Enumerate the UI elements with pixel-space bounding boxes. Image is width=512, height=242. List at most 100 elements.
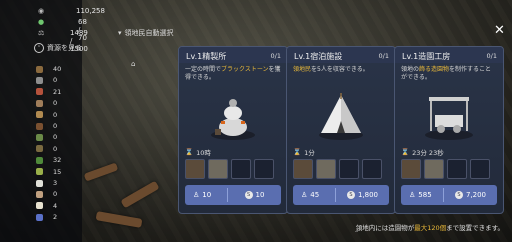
build-button[interactable]: ♙ 45 S 1,800 [293,185,389,205]
worker-icon: ♙ [193,191,200,199]
material-slot-empty[interactable] [470,159,490,179]
hourglass-icon: ⌛ [185,148,194,156]
resource-count: 0 [53,190,58,199]
chevron-up-icon: ⌃ [34,43,44,53]
wood-icon [36,65,43,73]
build-time: ⌛ 23分 23秒 [401,147,444,157]
resource-count: 0 [53,99,58,108]
silver-cost: S 7,200 [444,191,497,199]
plant-icon [36,156,43,164]
meat-icon [36,88,43,96]
build-button[interactable]: ♙ 585 S 7,200 [401,185,497,205]
material-slot[interactable] [293,159,313,179]
silver-coin-icon: S [244,191,253,199]
resource-row: 21 [36,87,76,97]
build-time-value: 23分 23秒 [412,149,444,157]
card-count: 0/1 [378,52,389,60]
resource-row: 0 [36,132,76,142]
material-slot-empty[interactable] [362,159,382,179]
material-slot-empty[interactable] [339,159,359,179]
build-time-value: 10時 [196,149,211,157]
resource-row: 0 [36,98,76,108]
building-card-lodging[interactable]: Lv.1宿泊施設 0/1 領地民を5人を収容できる。 ⌛ 1分 ♙ 45 S 1,8… [286,46,396,214]
resource-count: 15 [53,167,62,176]
build-time-value: 1分 [304,149,315,157]
silver-cost-value: 7,200 [465,191,487,199]
card-description: 領地の飾る造園物を制作することができる。 [401,66,492,81]
stone-icon [36,76,43,84]
resource-count: 0 [53,110,58,119]
material-slot-empty[interactable] [231,159,251,179]
worker-icon: ♙ [301,191,308,199]
resource-count: 0 [53,76,58,85]
close-icon[interactable]: ✕ [494,23,505,38]
resource-row: 15 [36,167,76,177]
worker-cost-value: 585 [418,191,432,199]
branch-icon [36,145,43,153]
worker-cost: ♙ 45 [293,191,335,199]
material-slot[interactable] [316,159,336,179]
silver-icon: ◉ [38,7,45,15]
energy-icon: ● [38,18,45,26]
material-slots [293,159,382,179]
hourglass-icon: ⌛ [293,148,302,156]
resource-count: 0 [53,144,58,153]
silver-cost-value: 10 [255,191,265,199]
leather-icon [36,99,43,107]
worker-cost: ♙ 10 [185,191,227,199]
card-title: Lv.1宿泊施設 [294,52,343,61]
build-time: ⌛ 10時 [185,147,211,157]
card-description: 一定の時間でブラックストーンを獲得できる。 [185,66,281,81]
card-title: Lv.1精製所 [186,52,227,61]
garden-limit-note: 領地内には造園物が最大120個まで設置できます。 [355,224,504,232]
herb-icon [36,133,43,141]
build-button[interactable]: ♙ 10 S 10 [185,185,281,205]
view-resources-button[interactable]: ⌃ 資源を見る [34,43,82,53]
worker-cost: ♙ 585 [401,191,443,199]
resource-count: 3 [53,179,58,187]
resource-row: 32 [36,155,76,165]
card-count: 0/1 [270,52,281,60]
card-count: 0/1 [486,52,497,60]
build-time: ⌛ 1分 [293,147,315,157]
worker-icon: ♙ [409,191,416,199]
material-slot-empty[interactable] [254,159,274,179]
card-title: Lv.1造園工房 [402,52,451,61]
scroll-up-icon[interactable]: ⌃ [354,230,359,237]
worker-cost-value: 10 [202,191,212,199]
resource-row: 0 [36,121,76,131]
material-slot[interactable] [401,159,421,179]
card-description: 領地民を5人を収容できる。 [293,66,369,73]
resource-count: 0 [53,133,58,142]
tent-image [319,93,363,140]
worker-cost-value: 45 [310,191,320,199]
resource-row: 2 [36,212,76,222]
resource-count: 4 [53,201,58,210]
auto-select-villagers-toggle[interactable]: ▾ 領地民自動選択 [118,28,174,38]
resource-row: 40 [36,64,76,74]
silver-coin-icon: S [454,191,463,199]
silver-cost: S 10 [228,191,281,199]
material-slots [185,159,274,179]
material-slot[interactable] [208,159,228,179]
resource-count: 2 [53,213,58,222]
view-resources-label: 資源を見る [47,44,82,52]
building-card-garden-workshop[interactable]: Lv.1造園工房 0/1 領地の飾る造園物を制作することができる。 ⌛ 23分 … [394,46,504,214]
flower-icon [36,168,43,176]
resource-row: 3 [36,178,76,188]
resource-row: 4 [36,201,76,211]
material-slots [401,159,490,179]
auto-select-label: 領地民自動選択 [124,29,174,37]
material-slot[interactable] [424,159,444,179]
silver-cost: S 1,800 [336,191,389,199]
material-slot[interactable] [185,159,205,179]
gem-icon [36,213,43,221]
resource-row: 0 [36,189,76,199]
material-slot-empty[interactable] [447,159,467,179]
resource-count: 40 [53,65,62,73]
building-card-refinery[interactable]: Lv.1精製所 0/1 一定の時間でブラックストーンを獲得できる。 ⌛ 10時 … [178,46,288,214]
map-marker-icon: ⌂ [131,60,136,68]
shell-icon [36,190,43,198]
resource-row: 0 [36,110,76,120]
silver-amount: 110,258 [76,7,105,15]
